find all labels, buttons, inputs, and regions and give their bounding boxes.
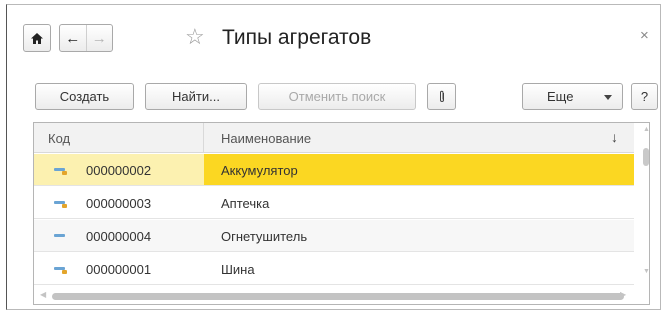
horizontal-scrollbar[interactable]: ◀ ▶ [34,289,634,303]
code-cell: 000000002 [34,154,204,185]
help-button[interactable]: ? [631,83,658,110]
name-value: Аптечка [221,196,270,211]
name-cell: Шина [204,253,634,284]
scroll-up-icon[interactable]: ▲ [643,126,649,133]
table-row[interactable]: 000000003 Аптечка [34,187,634,219]
home-button[interactable] [23,24,51,52]
name-value: Огнетушитель [221,229,308,244]
name-cell: Аккумулятор [204,154,634,185]
back-button[interactable]: ← [60,25,87,51]
chevron-down-icon [604,95,612,100]
catalog-window: ← → ☆ Типы агрегатов × Создать Найти... … [6,4,661,310]
code-cell: 000000004 [34,220,204,251]
sort-descending-icon[interactable]: ↓ [611,129,618,145]
cancel-search-button[interactable]: Отменить поиск [258,83,416,110]
catalog-table: Код Наименование ↓ 000000002 Аккумулятор… [33,122,650,305]
table-header: Код Наименование ↓ [34,123,634,153]
back-arrow-icon: ← [65,29,81,47]
code-value: 000000001 [86,262,152,277]
forward-button[interactable]: → [87,25,113,51]
vertical-scrollbar[interactable]: ▲ ▼ [642,126,649,278]
code-value: 000000002 [86,163,152,178]
close-icon[interactable]: × [640,27,649,45]
name-value: Аккумулятор [221,163,298,178]
code-value: 000000003 [86,196,152,211]
code-cell: 000000003 [34,187,204,218]
vertical-scroll-thumb[interactable] [643,148,649,166]
column-header-code[interactable]: Код [48,131,70,146]
scroll-left-icon[interactable]: ◀ [40,290,46,299]
scroll-right-icon[interactable]: ▶ [620,290,626,299]
paperclip-icon [439,90,444,102]
column-divider[interactable] [203,123,204,153]
table-row[interactable]: 000000001 Шина [34,253,634,285]
horizontal-scroll-thumb[interactable] [52,293,624,300]
catalog-item-icon [54,267,68,274]
column-header-name[interactable]: Наименование [221,131,311,146]
home-icon [31,32,43,44]
find-button[interactable]: Найти... [145,83,247,110]
name-value: Шина [221,262,255,277]
table-row[interactable]: 000000002 Аккумулятор [34,154,634,186]
table-row[interactable]: 000000004 Огнетушитель [34,220,634,252]
forward-arrow-icon: → [91,29,107,47]
code-value: 000000004 [86,229,152,244]
name-cell: Огнетушитель [204,220,634,251]
attach-button[interactable] [427,83,456,110]
history-nav: ← → [59,24,113,52]
more-label: Еще [547,89,574,104]
catalog-group-icon [54,234,68,241]
catalog-item-icon [54,168,68,175]
scroll-down-icon[interactable]: ▼ [643,268,649,275]
favorite-star-icon[interactable]: ☆ [185,23,205,51]
name-cell: Аптечка [204,187,634,218]
window-title: Типы агрегатов [222,26,372,49]
catalog-item-icon [54,201,68,208]
create-button[interactable]: Создать [35,83,134,110]
code-cell: 000000001 [34,253,204,284]
more-menu-button[interactable]: Еще [522,83,623,110]
